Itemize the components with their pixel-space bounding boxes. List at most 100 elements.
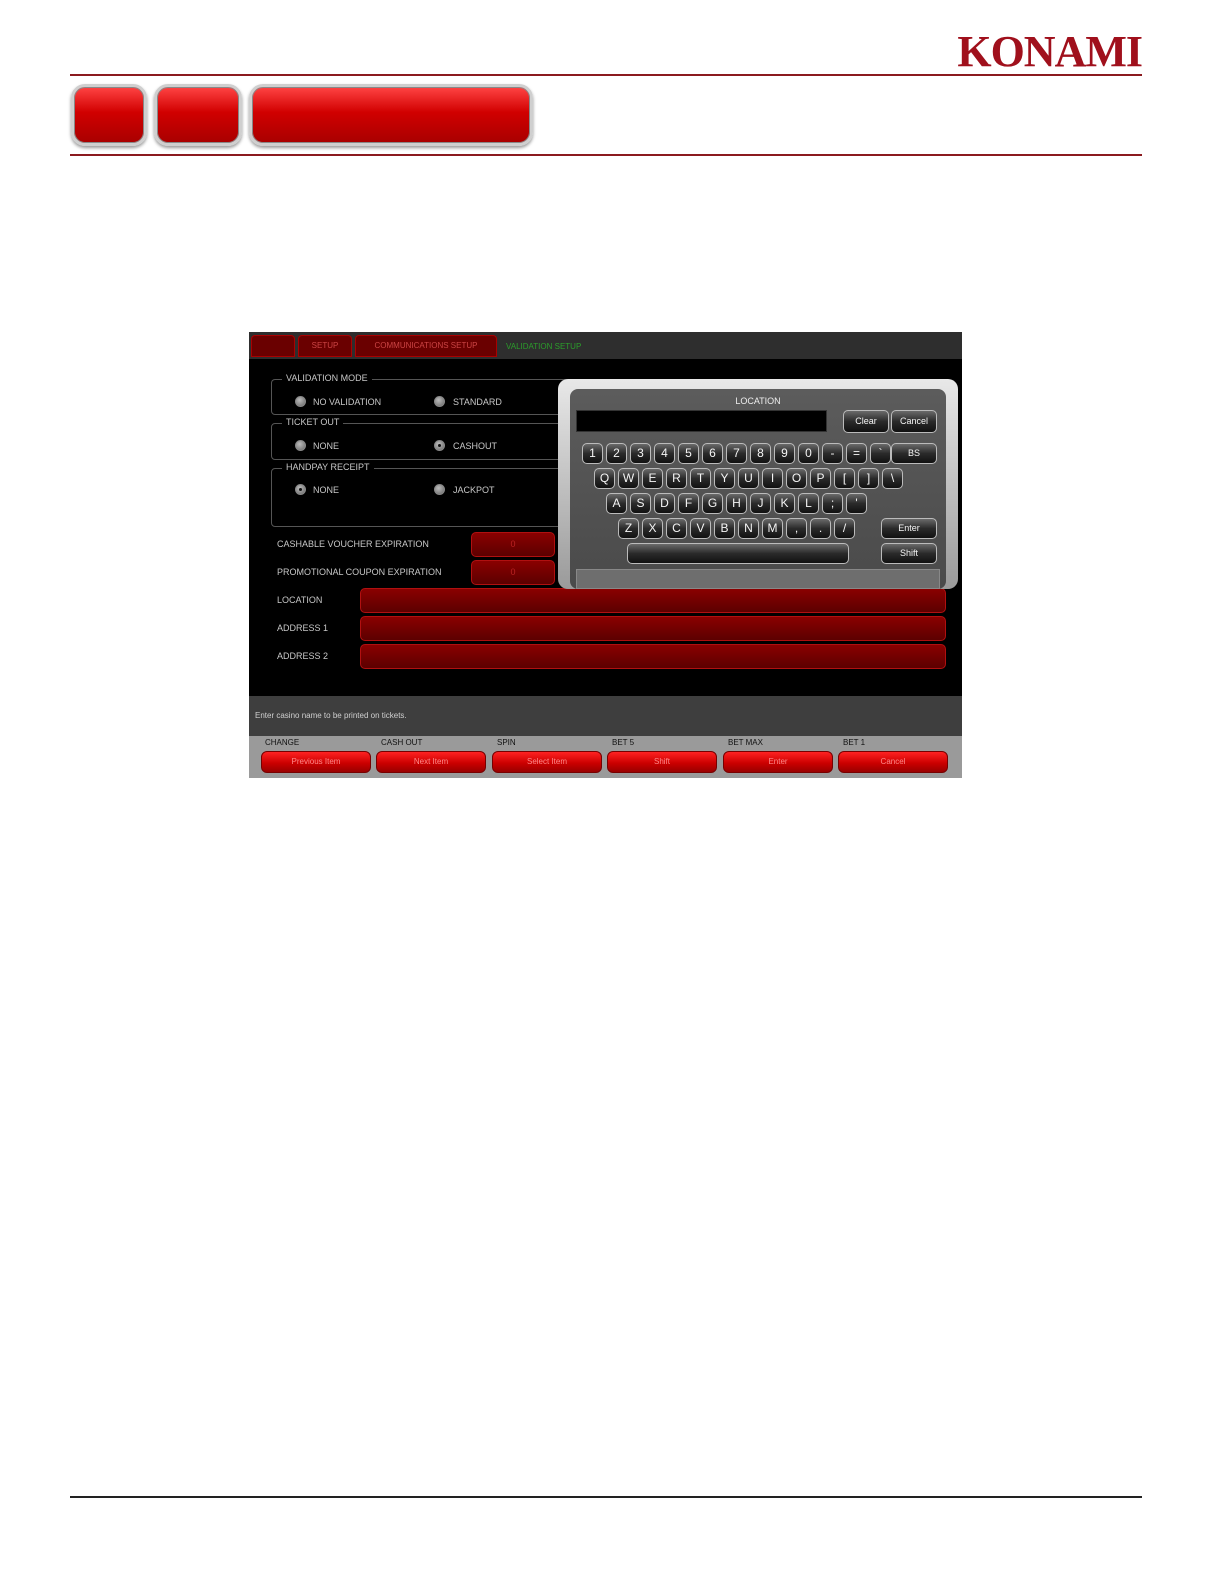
tab-validation-setup[interactable]: VALIDATION SETUP <box>506 342 581 351</box>
promotional-coupon-expiration-input[interactable]: 0 <box>471 560 555 585</box>
keyboard-key[interactable]: S <box>630 493 651 514</box>
radio-cashout[interactable] <box>434 440 445 451</box>
validation-setup-screen: SETUP COMMUNICATIONS SETUP VALIDATION SE… <box>249 332 962 778</box>
keyboard-key[interactable]: 6 <box>702 443 723 464</box>
ticket-out-legend: TICKET OUT <box>282 417 344 427</box>
keyboard-clear-button[interactable]: Clear <box>843 410 889 433</box>
keyboard-title: LOCATION <box>735 396 781 406</box>
address2-label: ADDRESS 2 <box>277 651 329 661</box>
radio-jackpot-label: JACKPOT <box>453 485 495 495</box>
promotional-coupon-expiration-label: PROMOTIONAL COUPON EXPIRATION <box>277 567 442 577</box>
button-caption-bet1: BET 1 <box>843 738 866 747</box>
select-item-button[interactable]: Select Item <box>492 751 602 773</box>
button-caption-spin: SPIN <box>497 738 516 747</box>
keyboard-key[interactable]: Y <box>714 468 735 489</box>
keyboard-enter-key[interactable]: Enter <box>881 518 937 539</box>
tab-communications-setup[interactable]: COMMUNICATIONS SETUP <box>355 335 497 357</box>
keyboard-key[interactable]: W <box>618 468 639 489</box>
keyboard-key[interactable]: M <box>762 518 783 539</box>
footer-rule <box>70 1496 1142 1498</box>
keyboard-key[interactable]: = <box>846 443 867 464</box>
tab-main[interactable] <box>251 335 295 357</box>
keyboard-panel: LOCATION Clear Cancel BS Enter Shift 123… <box>570 389 946 589</box>
keyboard-display[interactable] <box>576 410 827 432</box>
keyboard-key[interactable]: / <box>834 518 855 539</box>
keyboard-cancel-button[interactable]: Cancel <box>891 410 937 433</box>
handpay-receipt-group: HANDPAY RECEIPT <box>271 462 571 527</box>
keyboard-key[interactable]: 5 <box>678 443 699 464</box>
button-caption-change: CHANGE <box>265 738 300 747</box>
keyboard-space-key[interactable] <box>627 543 849 564</box>
keyboard-key[interactable]: 3 <box>630 443 651 464</box>
keyboard-key[interactable]: D <box>654 493 675 514</box>
keyboard-key[interactable]: Z <box>618 518 639 539</box>
keyboard-key[interactable]: , <box>786 518 807 539</box>
keyboard-key[interactable]: P <box>810 468 831 489</box>
keyboard-key[interactable]: A <box>606 493 627 514</box>
keyboard-key[interactable]: 2 <box>606 443 627 464</box>
keyboard-key[interactable]: O <box>786 468 807 489</box>
keyboard-key[interactable]: ; <box>822 493 843 514</box>
radio-ticket-none[interactable] <box>295 440 306 451</box>
keyboard-key[interactable]: . <box>810 518 831 539</box>
keyboard-key[interactable]: F <box>678 493 699 514</box>
header-tab-3 <box>249 84 533 146</box>
radio-jackpot[interactable] <box>434 484 445 495</box>
keyboard-key[interactable]: G <box>702 493 723 514</box>
konami-logo: KONAMI <box>957 27 1143 76</box>
keyboard-backspace-key[interactable]: BS <box>891 443 937 464</box>
keyboard-key[interactable]: ] <box>858 468 879 489</box>
hint-bar: Enter casino name to be printed on ticke… <box>249 696 962 736</box>
keyboard-key[interactable]: ' <box>846 493 867 514</box>
keyboard-key[interactable]: T <box>690 468 711 489</box>
shift-button[interactable]: Shift <box>607 751 717 773</box>
keyboard-key[interactable]: L <box>798 493 819 514</box>
keyboard-key[interactable]: U <box>738 468 759 489</box>
keyboard-key[interactable]: E <box>642 468 663 489</box>
validation-mode-legend: VALIDATION MODE <box>282 373 372 383</box>
keyboard-key[interactable]: K <box>774 493 795 514</box>
keyboard-key[interactable]: Q <box>594 468 615 489</box>
radio-no-validation[interactable] <box>295 396 306 407</box>
keyboard-key[interactable]: 0 <box>798 443 819 464</box>
next-item-button[interactable]: Next Item <box>376 751 486 773</box>
keyboard-key[interactable]: R <box>666 468 687 489</box>
address1-label: ADDRESS 1 <box>277 623 329 633</box>
previous-item-button[interactable]: Previous Item <box>261 751 371 773</box>
keyboard-key[interactable]: ` <box>870 443 891 464</box>
header-rule-bottom <box>70 154 1142 156</box>
keyboard-key[interactable]: C <box>666 518 687 539</box>
header-tab-1 <box>71 84 147 146</box>
location-input[interactable] <box>360 588 946 613</box>
keyboard-key[interactable]: 9 <box>774 443 795 464</box>
keyboard-key[interactable]: I <box>762 468 783 489</box>
keyboard-key[interactable]: 7 <box>726 443 747 464</box>
keyboard-key[interactable]: X <box>642 518 663 539</box>
keyboard-key[interactable]: \ <box>882 468 903 489</box>
enter-button[interactable]: Enter <box>723 751 833 773</box>
radio-standard-label: STANDARD <box>453 397 502 407</box>
keyboard-key[interactable]: B <box>714 518 735 539</box>
keyboard-key[interactable]: J <box>750 493 771 514</box>
keyboard-key[interactable]: - <box>822 443 843 464</box>
radio-ticket-none-label: NONE <box>313 441 340 451</box>
tab-setup[interactable]: SETUP <box>298 335 352 357</box>
radio-cashout-label: CASHOUT <box>453 441 498 451</box>
keyboard-key[interactable]: 8 <box>750 443 771 464</box>
keyboard-key[interactable]: H <box>726 493 747 514</box>
keyboard-key[interactable]: 1 <box>582 443 603 464</box>
keyboard-key[interactable]: 4 <box>654 443 675 464</box>
radio-standard[interactable] <box>434 396 445 407</box>
keyboard-key[interactable]: V <box>690 518 711 539</box>
address2-input[interactable] <box>360 644 946 669</box>
cancel-button[interactable]: Cancel <box>838 751 948 773</box>
button-caption-bet5: BET 5 <box>612 738 635 747</box>
keyboard-shift-key[interactable]: Shift <box>881 543 937 564</box>
onscreen-keyboard: LOCATION Clear Cancel BS Enter Shift 123… <box>558 379 958 589</box>
keyboard-key[interactable]: [ <box>834 468 855 489</box>
radio-handpay-none[interactable] <box>295 484 306 495</box>
button-caption-cash-out: CASH OUT <box>381 738 423 747</box>
address1-input[interactable] <box>360 616 946 641</box>
cashable-voucher-expiration-input[interactable]: 0 <box>471 532 555 557</box>
keyboard-key[interactable]: N <box>738 518 759 539</box>
